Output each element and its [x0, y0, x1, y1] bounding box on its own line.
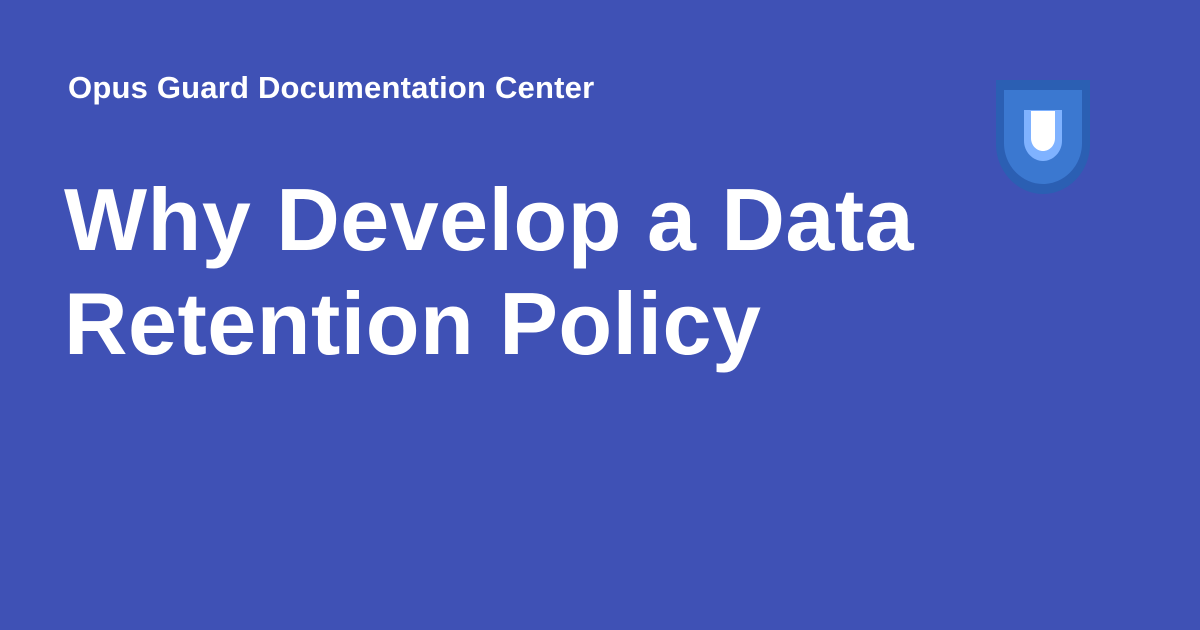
page-title: Why Develop a Data Retention Policy	[64, 170, 915, 373]
social-card: Opus Guard Documentation Center Why Deve…	[0, 0, 1200, 630]
site-name: Opus Guard Documentation Center	[68, 70, 595, 105]
shield-icon	[996, 80, 1090, 194]
